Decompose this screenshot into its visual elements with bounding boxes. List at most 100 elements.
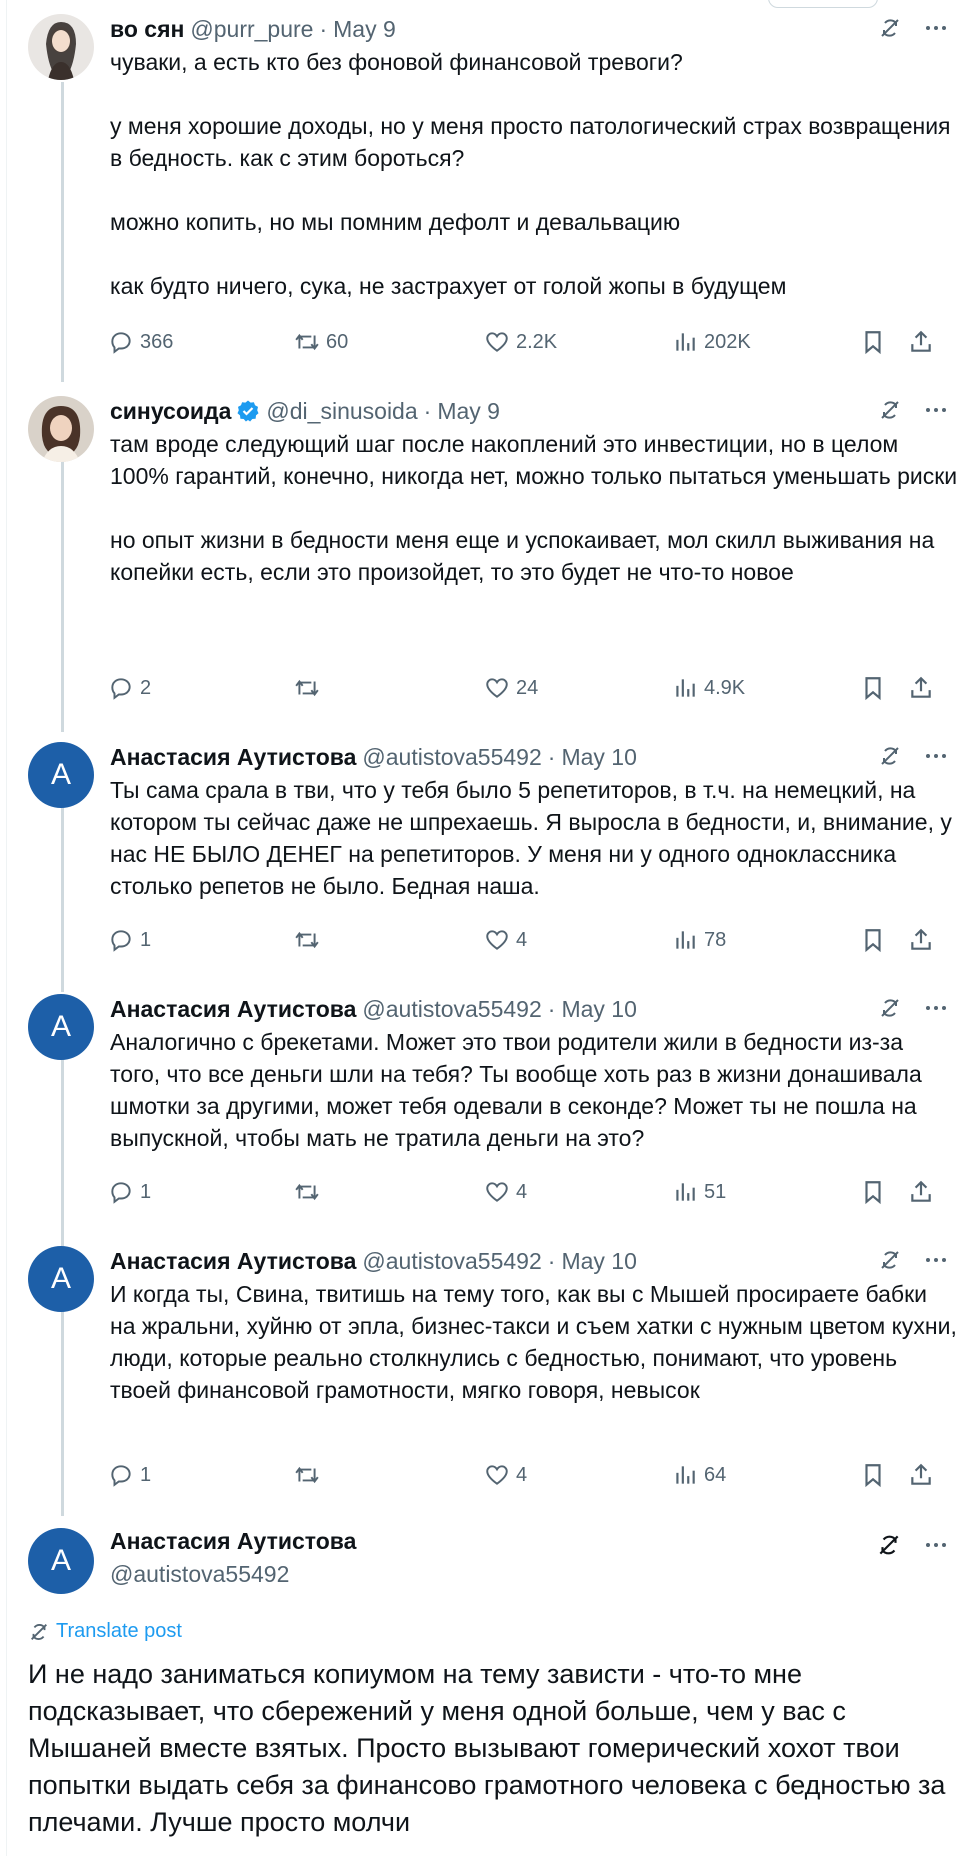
author-handle[interactable]: @autistova55492 <box>362 1248 541 1275</box>
more-icon[interactable] <box>924 16 948 40</box>
repost-button[interactable] <box>294 1179 326 1205</box>
author-name[interactable]: Анастасия Аутистова <box>110 744 356 771</box>
bookmark-button[interactable] <box>860 1179 886 1205</box>
views-count: 51 <box>704 1180 727 1203</box>
views-icon <box>676 1183 695 1201</box>
more-icon[interactable] <box>924 398 948 422</box>
repost-count: 60 <box>326 330 349 353</box>
tweet-date[interactable]: May 9 <box>333 16 396 43</box>
bookmark-button[interactable] <box>860 675 886 701</box>
share-button[interactable] <box>908 329 934 355</box>
grok-icon[interactable] <box>878 16 902 40</box>
grok-icon[interactable] <box>878 1248 902 1272</box>
share-icon <box>911 928 931 950</box>
author-handle[interactable]: @autistova55492 <box>362 744 541 771</box>
repost-icon <box>295 931 319 949</box>
avatar[interactable] <box>28 14 94 80</box>
repost-button[interactable]: 60 <box>294 329 348 355</box>
avatar[interactable]: A <box>28 994 94 1060</box>
views-button[interactable]: 4.9K <box>672 675 745 701</box>
tweet-actions: 1 4 51 <box>0 1176 960 1208</box>
avatar[interactable]: A <box>28 1246 94 1312</box>
like-button[interactable]: 4 <box>484 1462 527 1488</box>
author-handle[interactable]: @autistova55492 <box>110 1561 289 1588</box>
author-name[interactable]: во сян <box>110 16 184 43</box>
separator-dot: · <box>547 995 556 1022</box>
grok-icon[interactable] <box>876 1532 902 1558</box>
author-name[interactable]: Анастасия Аутистова <box>110 996 356 1023</box>
separator-dot: · <box>319 15 328 42</box>
views-button[interactable]: 64 <box>672 1462 726 1488</box>
author-handle[interactable]: @autistova55492 <box>362 996 541 1023</box>
tweet-text: И когда ты, Свина, твитишь на тему того,… <box>110 1281 957 1403</box>
more-icon[interactable] <box>924 1248 948 1272</box>
views-icon <box>676 1466 695 1484</box>
like-button[interactable]: 2.2K <box>484 329 557 355</box>
author-handle[interactable]: @purr_pure <box>190 16 313 43</box>
conversation-feed: во сян @purr_pure · May 9 чуваки, а есть… <box>0 0 960 1856</box>
tweet-date[interactable]: May 9 <box>437 398 500 425</box>
reply-button[interactable]: 1 <box>108 1462 151 1488</box>
views-count: 202K <box>704 330 751 353</box>
author-handle[interactable]: @di_sinusoida <box>266 398 417 425</box>
like-icon <box>486 678 508 698</box>
reply-button[interactable]: 1 <box>108 927 151 953</box>
tweet[interactable]: синусоида @di_sinusoida · May 9 там врод… <box>28 396 958 696</box>
tweet-actions: 2 24 4.9K <box>0 672 960 704</box>
repost-button[interactable] <box>294 1462 326 1488</box>
more-icon[interactable] <box>924 1533 948 1557</box>
tweet-date[interactable]: May 10 <box>561 1248 636 1275</box>
reply-count: 1 <box>140 1180 152 1203</box>
bookmark-button[interactable] <box>860 329 886 355</box>
views-button[interactable]: 51 <box>672 1179 726 1205</box>
bookmark-icon <box>865 1464 881 1488</box>
reply-count: 1 <box>140 928 152 951</box>
views-icon <box>676 931 695 949</box>
avatar[interactable]: A <box>28 1528 94 1594</box>
views-button[interactable]: 78 <box>672 927 726 953</box>
tweet-date[interactable]: May 10 <box>561 744 636 771</box>
share-button[interactable] <box>908 1462 934 1488</box>
reply-icon <box>111 930 131 952</box>
grok-icon[interactable] <box>878 996 902 1020</box>
repost-button[interactable] <box>294 927 326 953</box>
show-more-pill[interactable] <box>768 0 878 8</box>
share-button[interactable] <box>908 927 934 953</box>
views-count: 78 <box>704 928 727 951</box>
like-count: 4 <box>516 1463 528 1486</box>
more-icon[interactable] <box>924 744 948 768</box>
repost-button[interactable] <box>294 675 326 701</box>
grok-icon[interactable] <box>878 744 902 768</box>
share-button[interactable] <box>908 1179 934 1205</box>
like-icon <box>486 930 508 950</box>
tweet-header: Анастасия Аутистова @autistova55492 · Ma… <box>110 1246 958 1276</box>
avatar[interactable]: A <box>28 742 94 808</box>
translate-post-link[interactable]: Translate post <box>28 1620 182 1643</box>
tweet-actions: 366 60 2.2K 202K <box>0 326 960 358</box>
reply-button[interactable]: 1 <box>108 1179 151 1205</box>
tweet[interactable]: во сян @purr_pure · May 9 чуваки, а есть… <box>28 14 958 364</box>
author-name[interactable]: Анастасия Аутистова <box>110 1528 356 1555</box>
more-icon[interactable] <box>924 996 948 1020</box>
views-count: 64 <box>704 1463 727 1486</box>
share-button[interactable] <box>908 675 934 701</box>
bookmark-icon <box>865 1181 881 1205</box>
reply-button[interactable]: 2 <box>108 675 151 701</box>
views-icon <box>676 333 695 351</box>
share-icon <box>911 1180 931 1202</box>
like-icon <box>486 1182 508 1202</box>
grok-icon[interactable] <box>878 398 902 422</box>
like-button[interactable]: 4 <box>484 1179 527 1205</box>
bookmark-button[interactable] <box>860 1462 886 1488</box>
reply-button[interactable]: 366 <box>108 329 173 355</box>
bookmark-icon <box>865 677 881 701</box>
tweet-date[interactable]: May 10 <box>561 996 636 1023</box>
author-name[interactable]: синусоида <box>110 398 231 425</box>
bookmark-button[interactable] <box>860 927 886 953</box>
author-name[interactable]: Анастасия Аутистова <box>110 1248 356 1275</box>
like-count: 24 <box>516 676 539 699</box>
like-button[interactable]: 24 <box>484 675 538 701</box>
views-button[interactable]: 202K <box>672 329 751 355</box>
like-button[interactable]: 4 <box>484 927 527 953</box>
avatar[interactable] <box>28 396 94 462</box>
